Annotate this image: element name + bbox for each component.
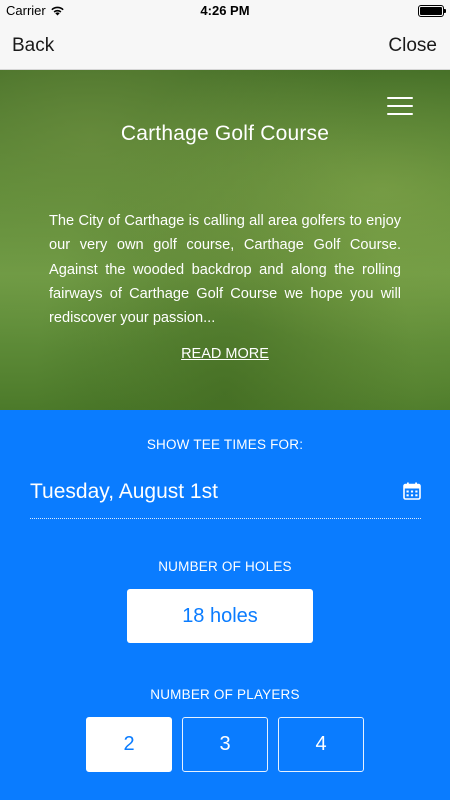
players-option-3[interactable]: 3 [182, 717, 268, 772]
status-bar: Carrier 4:26 PM [0, 0, 450, 22]
players-option-2[interactable]: 2 [86, 717, 172, 772]
read-more-link[interactable]: READ MORE [0, 346, 450, 362]
calendar-icon[interactable] [403, 482, 421, 500]
holes-label: NUMBER OF HOLES [158, 559, 292, 574]
back-button[interactable]: Back [12, 35, 54, 57]
read-more-label[interactable]: READ MORE [181, 346, 269, 362]
holes-selector-button[interactable]: 18 holes [127, 589, 313, 643]
selected-date[interactable]: Tuesday, August 1st [30, 480, 218, 504]
clock: 4:26 PM [200, 3, 250, 18]
tee-time-booking-panel: SHOW TEE TIMES FOR: Tuesday, August 1st … [0, 410, 450, 800]
course-description: The City of Carthage is calling all area… [49, 213, 401, 327]
tee-times-label: SHOW TEE TIMES FOR: [146, 437, 304, 452]
navigation-bar: Back Close [0, 22, 450, 70]
course-title: Carthage Golf Course [120, 122, 330, 145]
hamburger-menu-icon[interactable] [387, 97, 413, 119]
course-hero: Carthage Golf Course The City of Carthag… [0, 70, 450, 410]
date-picker[interactable]: Tuesday, August 1st [30, 475, 421, 519]
battery-icon [418, 5, 446, 17]
close-button[interactable]: Close [388, 35, 437, 57]
players-label: NUMBER OF PLAYERS [150, 687, 300, 702]
players-option-4[interactable]: 4 [278, 717, 364, 772]
